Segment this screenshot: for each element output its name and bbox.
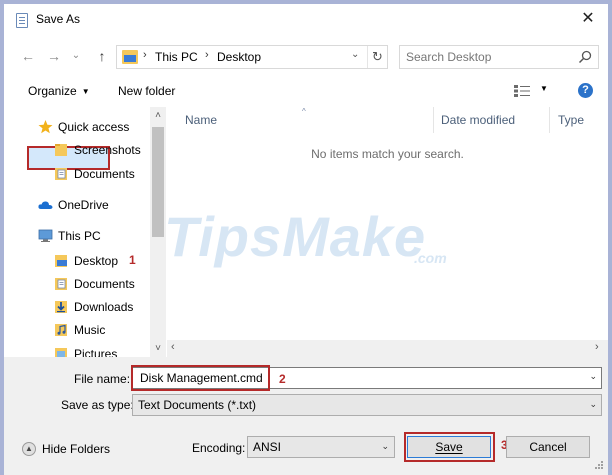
save-as-type-dropdown-icon[interactable]: ⌄ xyxy=(589,399,597,410)
encoding-select[interactable]: ANSI ⌄ xyxy=(247,436,395,458)
music-icon xyxy=(55,324,67,336)
desktop-folder-icon xyxy=(55,255,67,267)
sidebar-item-label: Downloads xyxy=(74,300,134,314)
sidebar-item-label: OneDrive xyxy=(58,198,109,212)
sidebar-item-label: Quick access xyxy=(58,120,130,134)
column-header-name[interactable]: Name xyxy=(185,113,217,127)
view-caret-down-icon[interactable]: ▼ xyxy=(540,84,548,93)
breadcrumb-chevron-icon: › xyxy=(143,49,147,61)
caret-down-icon: ▼ xyxy=(81,87,90,96)
desktop-folder-icon xyxy=(122,50,138,64)
column-header-type[interactable]: Type xyxy=(558,113,584,127)
documents-icon xyxy=(55,168,67,180)
command-toolbar: Organize ▼ New folder ▼ ? xyxy=(4,75,608,107)
refresh-icon[interactable]: ↻ xyxy=(367,46,387,68)
scroll-left-icon[interactable]: ‹ xyxy=(171,341,175,353)
file-name-label: File name: xyxy=(74,372,131,386)
column-divider[interactable] xyxy=(549,107,550,133)
scroll-right-icon[interactable]: › xyxy=(595,341,599,353)
dialog-body: Save As ✕ ← → ⌄ ↑ › This PC › Desktop ⌄ … xyxy=(4,4,608,475)
organize-button[interactable]: Organize ▼ xyxy=(28,84,90,98)
address-bar[interactable]: › This PC › Desktop ⌄ ↻ xyxy=(116,45,388,69)
download-icon xyxy=(55,301,67,313)
new-folder-button[interactable]: New folder xyxy=(118,84,175,98)
search-box[interactable] xyxy=(399,45,599,69)
sidebar-item-label: This PC xyxy=(58,229,101,243)
sidebar-item-label: Screenshots xyxy=(74,143,141,157)
save-as-type-label: Save as type: xyxy=(61,398,134,412)
address-dropdown-icon[interactable]: ⌄ xyxy=(351,49,359,60)
scrollbar-thumb[interactable] xyxy=(152,127,164,237)
cloud-icon xyxy=(38,201,53,209)
encoding-dropdown-icon[interactable]: ⌄ xyxy=(381,441,389,452)
sidebar-item-label: Desktop xyxy=(74,254,119,268)
forward-arrow-icon[interactable]: → xyxy=(44,46,64,66)
file-name-highlight xyxy=(131,365,270,391)
scroll-up-icon[interactable]: ˄ xyxy=(150,110,166,121)
notepad-icon xyxy=(16,13,28,28)
recent-locations-chevron-icon[interactable]: ⌄ xyxy=(66,46,86,66)
step-marker-1: 1 xyxy=(129,253,136,267)
file-list-horizontal-scrollbar[interactable]: ‹ › xyxy=(167,340,608,357)
empty-list-message: No items match your search. xyxy=(311,147,464,161)
file-name-dropdown-icon[interactable]: ⌄ xyxy=(589,371,597,382)
up-arrow-icon[interactable]: ↑ xyxy=(92,46,112,66)
collapse-icon: ▲ xyxy=(22,442,36,456)
computer-icon xyxy=(38,229,53,242)
view-options-icon[interactable] xyxy=(514,85,530,97)
breadcrumb-this-pc[interactable]: This PC xyxy=(155,50,198,64)
sidebar-item-label: Documents xyxy=(74,167,135,181)
column-divider[interactable] xyxy=(433,107,434,133)
step-marker-2: 2 xyxy=(279,372,286,386)
sidebar-item-label: Pictures xyxy=(74,347,118,357)
resize-grip-icon[interactable] xyxy=(594,460,604,470)
save-button[interactable]: Save xyxy=(407,436,491,458)
save-as-type-value: Text Documents (*.txt) xyxy=(138,398,257,412)
sidebar-item-label: Documents xyxy=(74,277,135,291)
star-icon xyxy=(38,120,53,134)
search-input[interactable] xyxy=(406,49,571,65)
navigation-pane: Quick access Screenshots Documents OneDr… xyxy=(16,107,166,357)
cancel-button[interactable]: Cancel xyxy=(506,436,590,458)
folder-icon xyxy=(55,144,67,156)
help-icon[interactable]: ? xyxy=(578,83,593,98)
watermark-suffix: .com xyxy=(414,250,447,266)
sort-ascending-icon: ^ xyxy=(302,107,306,116)
save-as-type-select[interactable]: Text Documents (*.txt) ⌄ xyxy=(132,394,602,416)
scroll-down-icon[interactable]: ˅ xyxy=(150,343,166,354)
encoding-label: Encoding: xyxy=(192,441,246,455)
documents-icon xyxy=(55,278,67,290)
pictures-icon xyxy=(55,348,67,357)
breadcrumb-desktop[interactable]: Desktop xyxy=(217,50,261,64)
watermark-logo: TipsMake xyxy=(164,205,427,268)
search-icon[interactable] xyxy=(578,50,592,64)
encoding-value: ANSI xyxy=(253,440,282,454)
save-as-dialog: Save As ✕ ← → ⌄ ↑ › This PC › Desktop ⌄ … xyxy=(0,0,612,475)
back-arrow-icon[interactable]: ← xyxy=(18,46,38,66)
organize-label: Organize xyxy=(28,84,77,98)
breadcrumb-chevron-icon: › xyxy=(205,49,209,61)
sidebar-item-label: Music xyxy=(74,323,106,337)
close-button[interactable]: ✕ xyxy=(572,6,604,32)
hide-folders-label: Hide Folders xyxy=(42,442,111,456)
window-title: Save As xyxy=(36,12,81,26)
column-header-date-modified[interactable]: Date modified xyxy=(441,113,515,127)
title-bar: Save As ✕ xyxy=(4,4,608,36)
